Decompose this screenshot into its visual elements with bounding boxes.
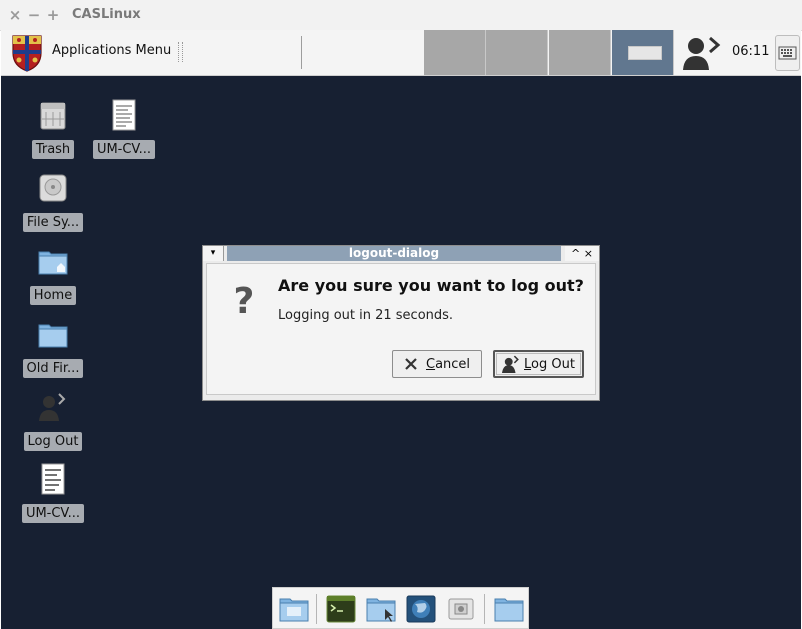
keyboard-icon[interactable] (775, 35, 800, 71)
maximize-window-button[interactable]: + (46, 7, 60, 23)
web-browser-icon[interactable] (406, 595, 436, 623)
user-switch-icon[interactable] (682, 34, 724, 72)
workspace-2-button[interactable] (486, 30, 548, 75)
dialog-menu-button[interactable]: ▾ (203, 246, 224, 261)
desktop-icon-file-system[interactable]: File Sy... (18, 172, 88, 232)
dock-separator (316, 594, 317, 624)
document-icon (112, 99, 136, 131)
panel-separator (301, 36, 302, 69)
desktop-icon-log-out[interactable]: Log Out (18, 391, 88, 451)
bottom-dock (272, 587, 529, 629)
top-panel: Applications Menu 06:11 (1, 30, 801, 76)
desktop-icon-label: Home (29, 286, 77, 305)
screenshot-icon[interactable] (446, 595, 476, 623)
desktop-icon-home[interactable]: Home (18, 245, 88, 305)
question-icon: ? (233, 281, 255, 322)
dock-separator (484, 594, 485, 624)
dialog-title: logout-dialog (227, 246, 561, 261)
close-window-button[interactable]: × (8, 7, 22, 23)
workspace-1-button[interactable] (424, 30, 486, 75)
minimize-window-button[interactable]: − (27, 7, 41, 23)
desktop-icon-old-firefox[interactable]: Old Fir... (18, 318, 88, 378)
workspace-window-thumbnail (628, 46, 662, 60)
logout-dialog: ▾ logout-dialog ^ × ? Are you sure you w… (202, 245, 600, 401)
folder-icon (38, 324, 68, 348)
cancel-button[interactable]: Cancel (392, 350, 482, 378)
home-folder-icon (38, 251, 68, 275)
dialog-body: ? Are you sure you want to log out? Logg… (206, 263, 596, 395)
desktop-icon-label: Old Fir... (22, 359, 84, 378)
window-title: CASLinux (72, 7, 141, 22)
cancel-button-label: Cancel (426, 357, 471, 372)
workspace-4-button[interactable] (612, 30, 674, 75)
panel-drag-handle[interactable] (178, 42, 183, 62)
terminal-icon[interactable] (326, 595, 356, 623)
logout-icon (502, 355, 519, 373)
trash-icon (40, 102, 66, 130)
file-manager-icon[interactable] (279, 595, 309, 623)
desktop-icon-label: File Sy... (22, 213, 84, 232)
desktop-icon-label: UM-CV... (21, 504, 85, 523)
applications-menu-button[interactable]: Applications Menu (52, 43, 171, 58)
desktop-icon-um-cv-1[interactable]: UM-CV... (89, 99, 159, 159)
close-icon (405, 358, 417, 370)
logout-icon (39, 393, 66, 421)
desktop-icon-label: Log Out (23, 432, 83, 451)
desktop-icon-label: Trash (31, 140, 75, 159)
desktop-icon-label: UM-CV... (92, 140, 156, 159)
desktop-icon-trash[interactable]: Trash (18, 99, 88, 159)
folder-icon[interactable] (494, 595, 524, 623)
document-icon (41, 463, 65, 495)
dialog-heading: Are you sure you want to log out? (278, 276, 584, 295)
harddisk-icon (39, 174, 67, 202)
dialog-message: Logging out in 21 seconds. (278, 308, 454, 323)
crest-logo-icon[interactable] (10, 33, 44, 73)
log-out-button-label: Log Out (524, 357, 575, 372)
window-titlebar: × − + CASLinux (0, 0, 802, 31)
clock[interactable]: 06:11 (732, 44, 769, 59)
dialog-window-controls[interactable]: ^ × (565, 246, 599, 261)
desktop-icon-um-cv-2[interactable]: UM-CV... (18, 463, 88, 523)
folder-search-icon[interactable] (366, 595, 396, 623)
log-out-button[interactable]: Log Out (493, 350, 584, 378)
workspace-3-button[interactable] (549, 30, 611, 75)
